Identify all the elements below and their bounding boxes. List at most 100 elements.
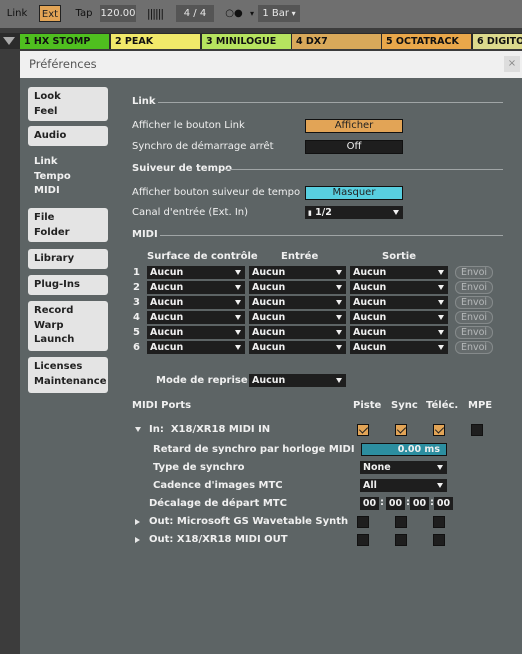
input-channel-select[interactable]: ▮ 1/2 (305, 206, 403, 219)
in-remote-checkbox[interactable] (433, 424, 445, 436)
send-button[interactable]: Envoi (455, 281, 493, 294)
chevron-down-icon (437, 465, 443, 470)
input-select[interactable]: Aucun (249, 311, 346, 324)
time-signature-field[interactable]: 4 / 4 (176, 5, 214, 22)
close-icon[interactable]: × (504, 56, 520, 72)
track-header-3[interactable]: 3 MINILOGUE (202, 34, 291, 49)
control-surface-value: Aucun (150, 267, 184, 278)
send-button[interactable]: Envoi (455, 326, 493, 339)
track-header-6[interactable]: 6 DIGITON (473, 34, 522, 49)
chevron-down-icon (438, 315, 444, 320)
output-select[interactable]: Aucun (350, 326, 448, 339)
midi-in-port-name: In: X18/XR18 MIDI IN (149, 424, 270, 435)
out2-track-checkbox[interactable] (357, 534, 369, 546)
output-value: Aucun (353, 342, 387, 353)
output-select[interactable]: Aucun (350, 341, 448, 354)
control-surface-select[interactable]: Aucun (147, 326, 245, 339)
send-button[interactable]: Envoi (455, 341, 493, 354)
start-stop-sync-button[interactable]: Off (305, 140, 403, 154)
in-sync-checkbox[interactable] (395, 424, 407, 436)
show-tempo-follower-button[interactable]: Masquer (305, 186, 403, 200)
out2-sync-checkbox[interactable] (395, 534, 407, 546)
output-select[interactable]: Aucun (350, 311, 448, 324)
track-header-4[interactable]: 4 DX7 (292, 34, 381, 49)
start-stop-sync-label: Synchro de démarrage arrêt (132, 141, 274, 152)
chevron-down-icon (235, 330, 241, 335)
mtc-offset-seconds[interactable]: 00 (410, 497, 429, 510)
collapse-triangle-icon[interactable] (3, 37, 15, 45)
col-header-remote: Téléc. (426, 400, 459, 411)
out1-track-checkbox[interactable] (357, 516, 369, 528)
control-surface-value: Aucun (150, 312, 184, 323)
track-header-5[interactable]: 5 OCTATRACK (382, 34, 471, 49)
collapse-triangle-icon[interactable] (135, 427, 141, 432)
clock-sync-delay-field[interactable]: 0.00 ms (361, 443, 447, 456)
expand-triangle-icon[interactable] (135, 537, 140, 543)
control-surface-select[interactable]: Aucun (147, 281, 245, 294)
ext-sync-button[interactable]: Ext (39, 5, 61, 22)
control-surface-select[interactable]: Aucun (147, 296, 245, 309)
mtc-offset-hours[interactable]: 00 (360, 497, 379, 510)
input-select[interactable]: Aucun (249, 326, 346, 339)
link-button[interactable]: Link (4, 5, 30, 22)
chevron-down-icon (336, 378, 342, 383)
control-surface-select[interactable]: Aucun (147, 341, 245, 354)
output-select[interactable]: Aucun (350, 296, 448, 309)
tab-library[interactable]: Library (28, 249, 108, 269)
send-button[interactable]: Envoi (455, 266, 493, 279)
chevron-down-icon (235, 345, 241, 350)
quantize-select[interactable]: 1 Bar ▾ (258, 5, 300, 22)
tab-audio[interactable]: Audio (28, 126, 108, 146)
track-header-2[interactable]: 2 PEAK (111, 34, 200, 49)
in-mpe-checkbox[interactable] (471, 424, 483, 436)
tempo-field[interactable]: 120.00 (100, 5, 136, 22)
colon-separator: : (380, 497, 384, 508)
takeover-mode-select[interactable]: Aucun (249, 374, 346, 387)
control-surface-select[interactable]: Aucun (147, 311, 245, 324)
show-link-button[interactable]: Afficher (305, 119, 403, 133)
metronome-bars-icon[interactable]: |||||| (142, 5, 168, 22)
input-select[interactable]: Aucun (249, 281, 346, 294)
input-select[interactable]: Aucun (249, 341, 346, 354)
tab-licenses-maintenance[interactable]: Licenses Maintenance (28, 357, 108, 393)
takeover-mode-label: Mode de reprise (156, 375, 248, 386)
tap-tempo-button[interactable]: Tap (72, 5, 96, 22)
section-link-title: Link (132, 96, 156, 107)
preferences-window: Préférences × Look Feel Audio Link Tempo… (20, 51, 522, 654)
send-button[interactable]: Envoi (455, 296, 493, 309)
metronome-menu-chevron-icon[interactable]: ▾ (248, 5, 256, 22)
tab-record-warp-launch[interactable]: Record Warp Launch (28, 301, 108, 351)
mtc-rate-select[interactable]: All (360, 479, 447, 492)
mtc-offset-minutes[interactable]: 00 (386, 497, 405, 510)
tab-file-folder[interactable]: File Folder (28, 208, 108, 242)
tab-look-feel[interactable]: Look Feel (28, 87, 108, 121)
input-select[interactable]: Aucun (249, 296, 346, 309)
out2-remote-checkbox[interactable] (433, 534, 445, 546)
tab-link-tempo-midi[interactable]: Link Tempo MIDI (28, 152, 120, 202)
output-select[interactable]: Aucun (350, 281, 448, 294)
out1-sync-checkbox[interactable] (395, 516, 407, 528)
output-select[interactable]: Aucun (350, 266, 448, 279)
in-track-checkbox[interactable] (357, 424, 369, 436)
track-name: 3 MINILOGUE (206, 36, 277, 47)
track-header-1[interactable]: 1 HX STOMP (20, 34, 109, 49)
input-value: Aucun (252, 327, 286, 338)
input-channel-value: 1/2 (315, 207, 332, 218)
send-button[interactable]: Envoi (455, 311, 493, 324)
control-surface-select[interactable]: Aucun (147, 266, 245, 279)
sync-type-value: None (363, 462, 391, 473)
input-select[interactable]: Aucun (249, 266, 346, 279)
input-value: Aucun (252, 282, 286, 293)
sync-type-select[interactable]: None (360, 461, 447, 474)
mtc-offset-frames[interactable]: 00 (434, 497, 453, 510)
clock-sync-delay-label: Retard de synchro par horloge MIDI (153, 444, 355, 455)
expand-triangle-icon[interactable] (135, 519, 140, 525)
tab-plug-ins[interactable]: Plug-Ins (28, 275, 108, 295)
col-header-control-surface: Surface de contrôle (147, 251, 258, 262)
chevron-down-icon (336, 345, 342, 350)
metronome-icon[interactable]: ○● (220, 5, 248, 22)
output-value: Aucun (353, 297, 387, 308)
track-name: 1 HX STOMP (24, 36, 91, 47)
out1-remote-checkbox[interactable] (433, 516, 445, 528)
track-name: 5 OCTATRACK (386, 36, 459, 47)
